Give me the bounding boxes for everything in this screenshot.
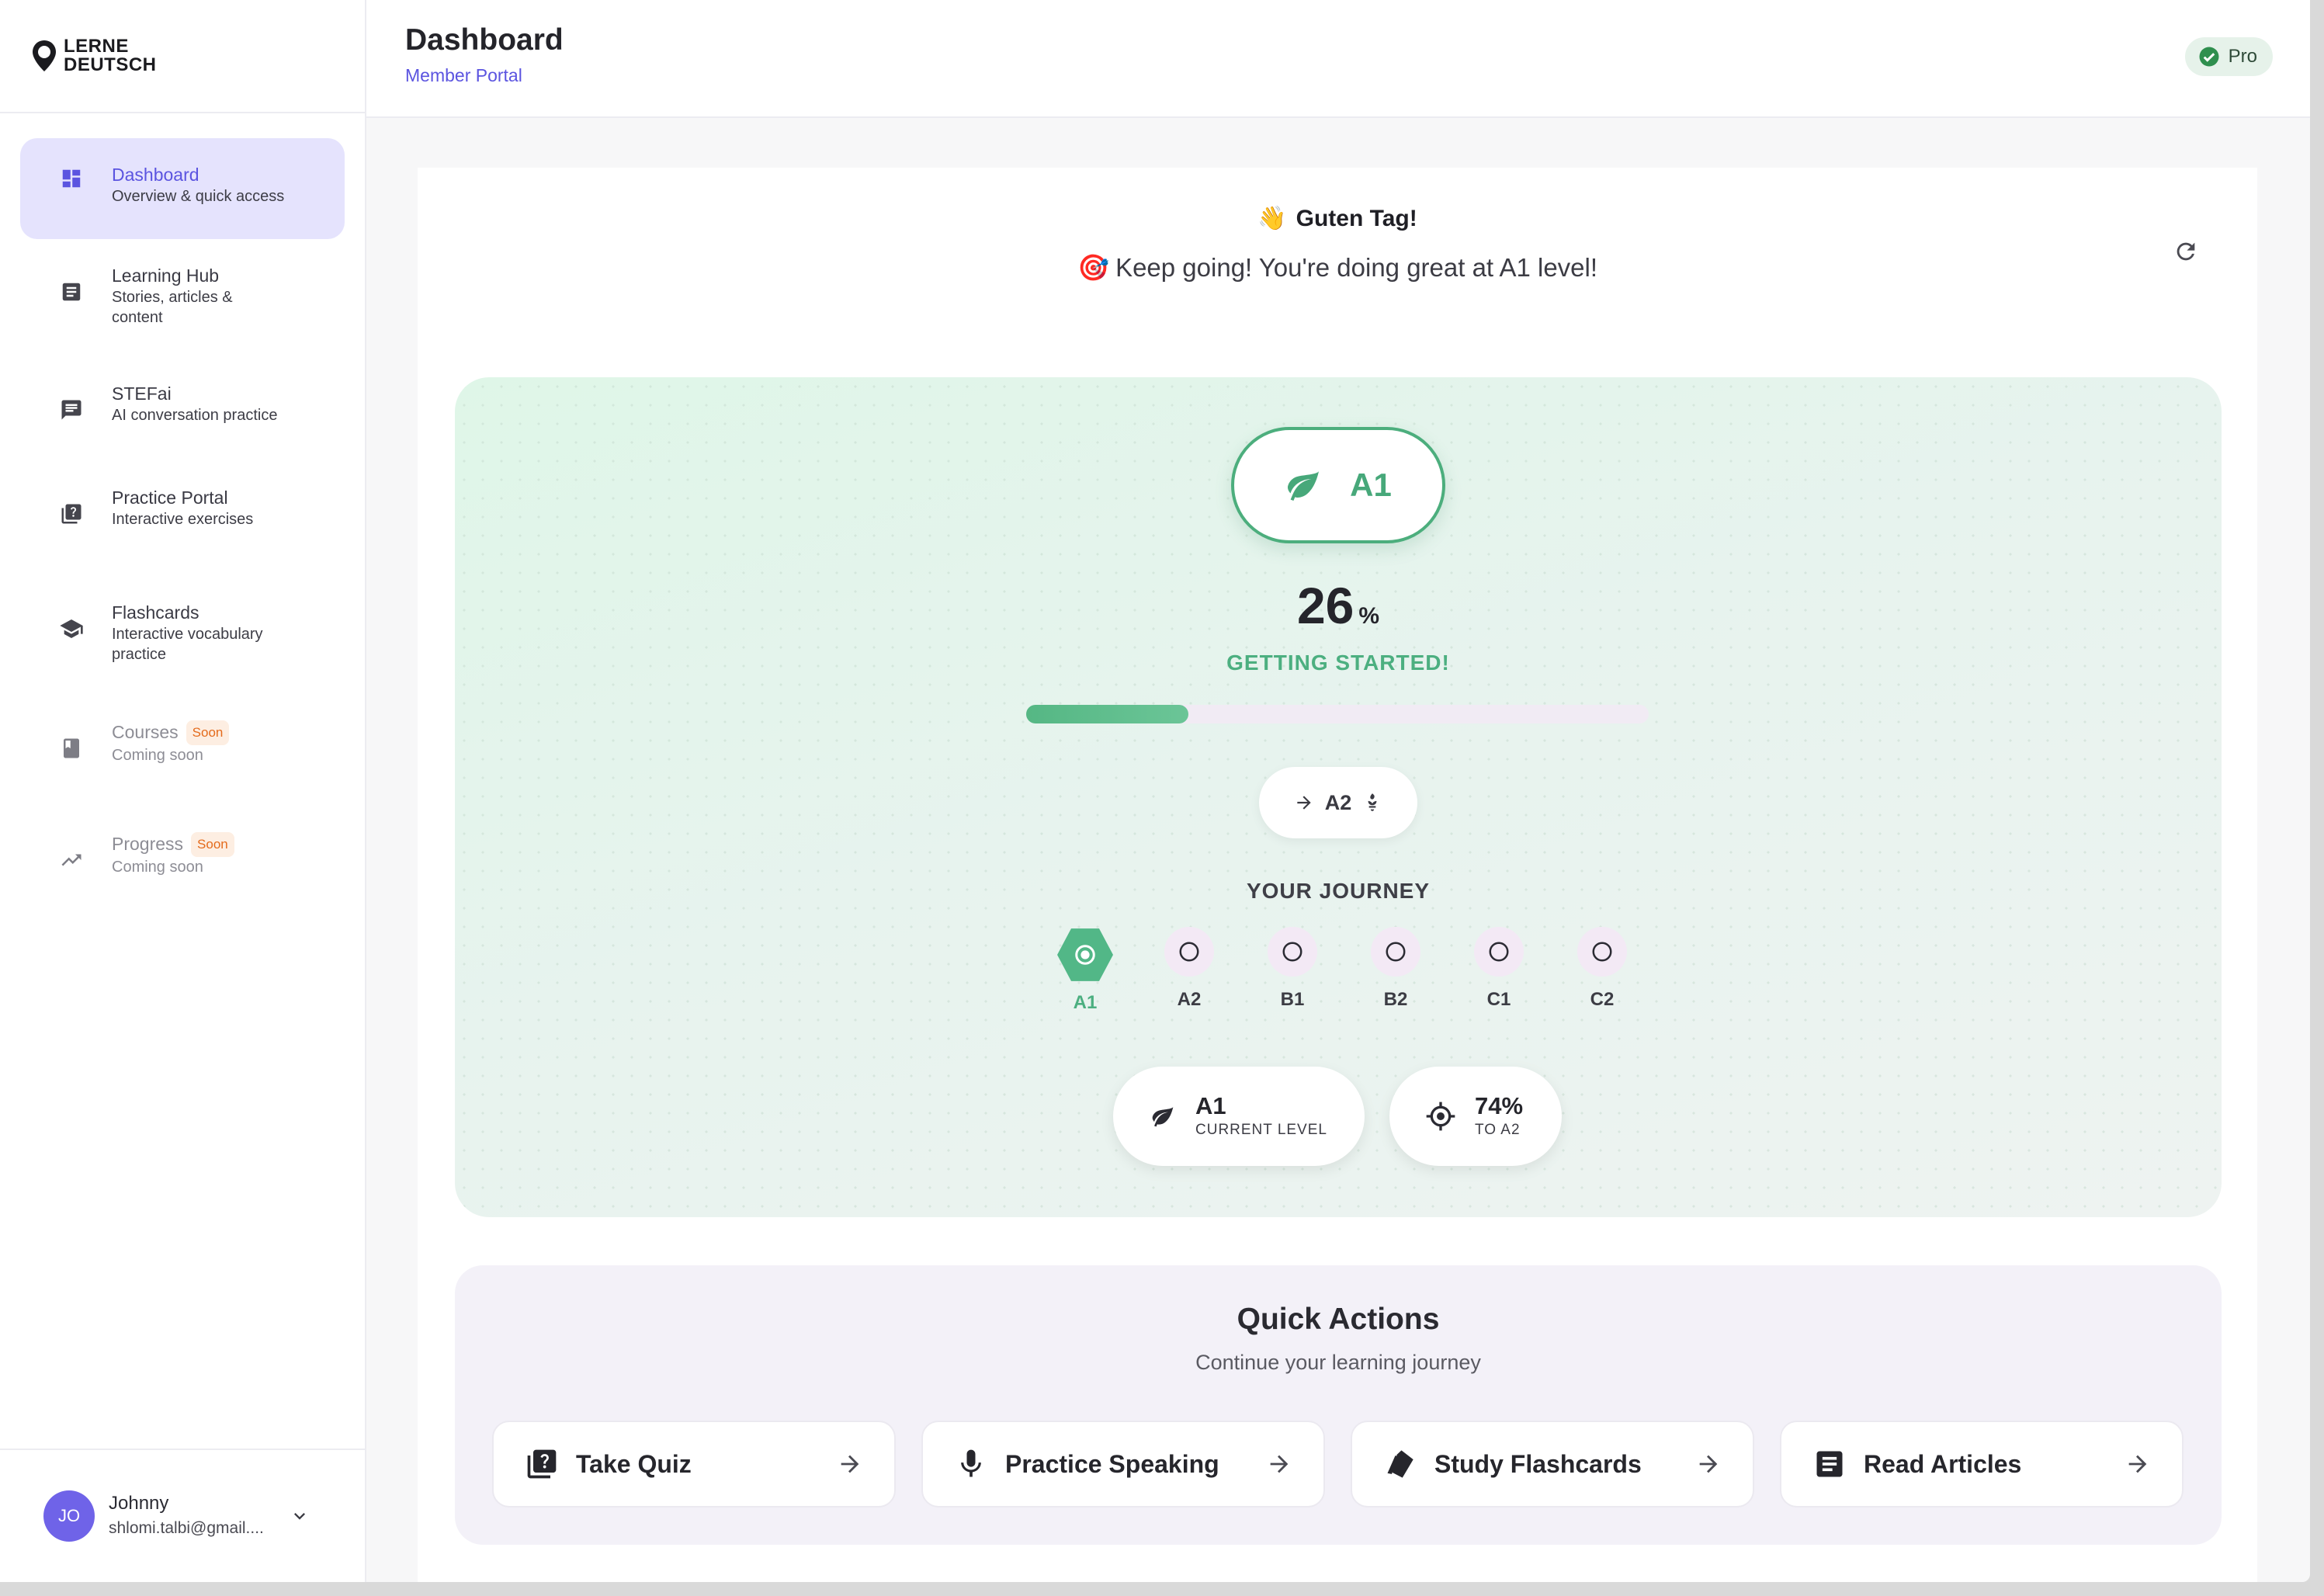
- verified-icon: [2199, 47, 2219, 67]
- practice-speaking-button[interactable]: Practice Speaking: [921, 1421, 1325, 1508]
- radio-checked-icon: [1057, 928, 1113, 981]
- page-title: Dashboard: [405, 23, 564, 57]
- sidebar-item-subtitle: AI conversation practice: [112, 407, 278, 424]
- arrow-right-icon: [2128, 1455, 2147, 1473]
- brand-name: LERNE DEUTSCH: [64, 36, 157, 75]
- radio-unchecked-icon: [1474, 927, 1524, 977]
- arrow-right-icon: [1699, 1455, 1718, 1473]
- sidebar-item-subtitle: Interactive vocabulary: [112, 626, 263, 643]
- brand-logo[interactable]: LERNE DEUTSCH: [0, 0, 365, 113]
- chevron-down-icon[interactable]: [289, 1505, 310, 1527]
- sidebar-item-title: STEFai: [112, 383, 172, 404]
- quick-actions-title: Quick Actions: [1237, 1303, 1440, 1336]
- sidebar-item-title: Flashcards: [112, 602, 199, 623]
- radio-unchecked-icon: [1268, 927, 1317, 977]
- article-icon: [1816, 1451, 1843, 1477]
- journey-title: YOUR JOURNEY: [1246, 879, 1431, 903]
- current-level-pill: A1: [1231, 427, 1445, 543]
- sidebar-item-title: Progress Soon: [112, 832, 234, 857]
- quick-actions-panel: Quick Actions Continue your learning jou…: [455, 1265, 2222, 1545]
- journey-step-b2: B2: [1365, 927, 1427, 1011]
- sidebar-item-subtitle: Coming soon: [112, 859, 203, 876]
- cards-icon: [1387, 1450, 1413, 1478]
- trending-icon: [56, 845, 87, 876]
- arrow-right-icon: [841, 1455, 859, 1473]
- refresh-icon[interactable]: [2170, 236, 2201, 267]
- sidebar-item-title: Dashboard: [112, 165, 199, 185]
- target-icon: 🎯: [1077, 253, 1110, 282]
- next-level-pill: A2: [1259, 767, 1417, 838]
- leaf-icon: [1288, 471, 1320, 501]
- sidebar-item-courses[interactable]: Courses Soon Coming soon: [20, 714, 345, 815]
- sidebar-item-subtitle: Overview & quick access: [112, 188, 285, 205]
- quiz-icon: [56, 498, 87, 529]
- take-quiz-button[interactable]: Take Quiz: [492, 1421, 896, 1508]
- user-email: shlomi.talbi@gmail....: [109, 1519, 264, 1537]
- journey-step-a2: A2: [1158, 927, 1220, 1011]
- sidebar-item-stefai[interactable]: STEFai AI conversation practice: [20, 371, 345, 472]
- sidebar-item-subtitle: Interactive exercises: [112, 511, 254, 528]
- user-name: Johnny: [109, 1493, 169, 1514]
- sidebar-item-title: Courses Soon: [112, 720, 230, 745]
- level-panel: A1 26% GETTING STARTED! A2 YOUR JOURNEY …: [455, 377, 2222, 1217]
- top-header: Dashboard Member Portal Pro: [366, 0, 2310, 118]
- avatar: JO: [43, 1490, 95, 1542]
- journey-step-c2: C2: [1571, 927, 1633, 1011]
- journey-step-c1: C1: [1468, 927, 1530, 1011]
- dashboard-icon: [56, 163, 87, 194]
- quick-actions-list: Take Quiz Practice Speaking Study Flashc…: [492, 1421, 2184, 1508]
- level-progress-fill: [1026, 705, 1188, 723]
- sidebar-item-flashcards[interactable]: Flashcards Interactive vocabulary practi…: [20, 585, 345, 708]
- greeting-message: 🎯 Keep going! You're doing great at A1 le…: [1077, 253, 1598, 282]
- sidebar-item-practice-portal[interactable]: Practice Portal Interactive exercises: [20, 478, 345, 579]
- quiz-icon: [527, 1449, 557, 1479]
- study-flashcards-button[interactable]: Study Flashcards: [1351, 1421, 1754, 1508]
- main-content: 👋 Guten Tag! 🎯 Keep going! You're doing gr…: [418, 168, 2257, 1582]
- soon-badge: Soon: [186, 720, 230, 745]
- waving-hand-icon: 👋: [1257, 206, 1287, 231]
- to-next-level-stat: 74% TO A2: [1389, 1067, 1562, 1166]
- current-level-stat: A1 CURRENT LEVEL: [1113, 1067, 1365, 1166]
- arrow-right-icon: [1270, 1455, 1289, 1473]
- user-menu[interactable]: JO Johnny shlomi.talbi@gmail....: [0, 1449, 365, 1582]
- leaf-icon: [1152, 1107, 1174, 1127]
- quick-actions-subtitle: Continue your learning journey: [1195, 1351, 1481, 1374]
- chat-icon: [56, 394, 87, 425]
- sprout-icon: [1368, 793, 1377, 811]
- greeting-title: 👋 Guten Tag!: [1257, 206, 1417, 231]
- article-icon: [56, 276, 87, 307]
- progress-percent: 26%: [1296, 577, 1380, 634]
- location-pin-icon: [33, 40, 56, 71]
- sidebar-item-title: Practice Portal: [112, 487, 228, 508]
- sidebar-item-subtitle: Stories, articles &: [112, 289, 233, 306]
- journey-step-a1: A1: [1054, 927, 1116, 1014]
- sidebar-item-subtitle-cont: practice: [112, 646, 167, 663]
- page-subtitle: Member Portal: [405, 65, 522, 85]
- sidebar-nav: Dashboard Overview & quick access Learni…: [0, 113, 365, 922]
- soon-badge: Soon: [191, 832, 234, 857]
- sidebar-item-subtitle: Coming soon: [112, 747, 203, 764]
- radio-unchecked-icon: [1577, 927, 1627, 977]
- arrow-right-icon: [1297, 796, 1311, 810]
- mic-icon: [961, 1449, 981, 1477]
- app-window: LERNE DEUTSCH Dashboard Overview & quick…: [0, 0, 2310, 1582]
- journey-steps: A1 A2 B1 B2 C1 C2: [1054, 927, 1675, 1028]
- sidebar-item-subtitle-cont: content: [112, 309, 163, 326]
- sidebar-item-dashboard[interactable]: Dashboard Overview & quick access: [20, 138, 345, 239]
- sidebar: LERNE DEUTSCH Dashboard Overview & quick…: [0, 0, 366, 1582]
- target-icon: [1426, 1102, 1455, 1131]
- journey-step-b1: B1: [1261, 927, 1323, 1011]
- sidebar-item-learning-hub[interactable]: Learning Hub Stories, articles & content: [20, 245, 345, 365]
- read-articles-button[interactable]: Read Articles: [1780, 1421, 2184, 1508]
- radio-unchecked-icon: [1164, 927, 1214, 977]
- radio-unchecked-icon: [1371, 927, 1420, 977]
- level-progress-bar: [1026, 705, 1649, 723]
- sidebar-item-title: Learning Hub: [112, 265, 220, 286]
- pro-badge: Pro: [2184, 37, 2273, 76]
- progress-status: GETTING STARTED!: [1226, 651, 1450, 675]
- book-icon: [56, 733, 87, 764]
- sidebar-item-progress[interactable]: Progress Soon Coming soon: [20, 821, 345, 922]
- school-icon: [56, 613, 87, 644]
